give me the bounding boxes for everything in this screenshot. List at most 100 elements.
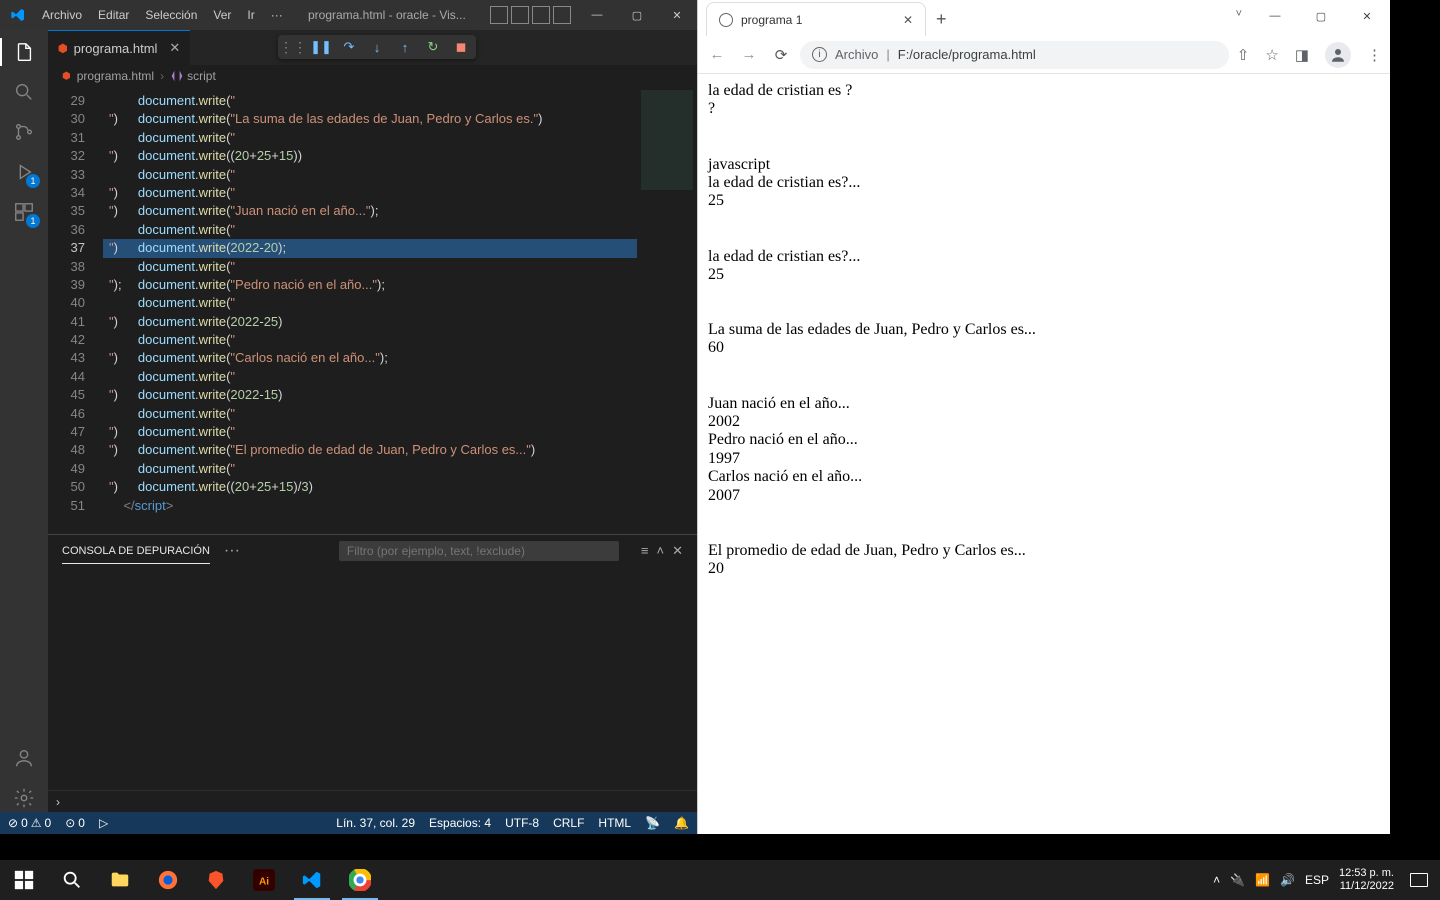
activity-search-icon[interactable] [10,78,38,106]
svg-text:Ai: Ai [259,877,269,888]
breadcrumb-script[interactable]: script [170,69,216,83]
window-title: programa.html - oracle - Vis... [290,8,484,22]
start-button[interactable] [0,860,48,900]
status-cursor-pos[interactable]: Lín. 37, col. 29 [336,816,415,830]
menu-archivo[interactable]: Archivo [35,8,89,22]
profile-avatar[interactable] [1325,42,1351,68]
console-wrap-icon[interactable]: ≡ [641,543,649,559]
tab-label: programa 1 [741,13,895,27]
taskbar-chrome-icon[interactable] [336,860,384,900]
debug-grip-icon[interactable]: ⋮⋮ [284,38,302,56]
maximize-button[interactable]: ▢ [1298,0,1344,32]
debug-toolbar[interactable]: ⋮⋮ ❚❚ ↷ ↓ ↑ ↻ ◼ [278,35,476,59]
debug-stop-icon[interactable]: ◼ [452,38,470,56]
status-indent[interactable]: Espacios: 4 [429,816,491,830]
layout-icon[interactable] [532,6,550,24]
activity-extensions-icon[interactable]: 1 [10,198,38,226]
debug-badge: 1 [26,174,40,188]
status-feedback-icon[interactable]: 📡 [645,816,660,830]
nav-back-icon[interactable]: ← [706,46,728,64]
editor[interactable]: 2930313233343536373839404142434445464748… [48,87,697,534]
chevron-down-icon[interactable]: ˅ [1236,8,1242,20]
taskbar-explorer-icon[interactable] [96,860,144,900]
layout-controls[interactable] [484,6,577,24]
code-area[interactable]: document.write("") document.write("La su… [103,87,637,534]
status-language[interactable]: HTML [598,816,631,830]
menu-ir[interactable]: Ir [240,8,261,22]
close-button[interactable]: ✕ [1344,0,1390,32]
status-errors[interactable]: ⊘ 0 ⚠ 0 [8,816,51,830]
console-collapse-icon[interactable]: ˄ [657,543,665,559]
vscode-titlebar[interactable]: Archivo Editar Selección Ver Ir ··· prog… [0,0,697,30]
sidepanel-icon[interactable]: ◨ [1295,46,1309,64]
console-body[interactable] [48,567,697,790]
taskbar-search-icon[interactable] [48,860,96,900]
tray-notifications-icon[interactable] [1410,873,1428,887]
nav-reload-icon[interactable]: ⟳ [770,46,792,64]
tab-close-icon[interactable]: ✕ [169,40,180,56]
breadcrumb[interactable]: ⬢ programa.html › script [48,65,697,87]
layout-icon[interactable] [511,6,529,24]
tray-language[interactable]: ESP [1305,873,1329,887]
minimize-button[interactable]: — [1252,0,1298,32]
status-debug-icon[interactable]: ▷ [99,816,108,830]
debug-stepover-icon[interactable]: ↷ [340,38,358,56]
menubar: Archivo Editar Selección Ver Ir ··· [35,8,290,22]
browser-tab-programa[interactable]: programa 1 ✕ [706,2,926,36]
layout-icon[interactable] [490,6,508,24]
status-bar: ⊘ 0 ⚠ 0 ⊙ 0 ▷ Lín. 37, col. 29 Espacios:… [0,812,697,834]
bookmark-icon[interactable]: ☆ [1265,46,1278,64]
tray-power-icon[interactable]: 🔌 [1230,873,1245,887]
window-controls: — ▢ ✕ [577,0,697,30]
browser-menu-icon[interactable]: ⋮ [1367,46,1382,64]
browser-window-controls: — ▢ ✕ [1252,0,1390,32]
menu-ver[interactable]: Ver [206,8,238,22]
layout-icon[interactable] [553,6,571,24]
globe-icon [719,13,733,27]
tray-wifi-icon[interactable]: 📶 [1255,873,1270,887]
panel-console: CONSOLA DE DEPURACIÓN ··· ≡ ˄ ✕ [48,535,697,790]
activity-debug-icon[interactable]: 1 [10,158,38,186]
status-port-icon[interactable]: ⊙ 0 [65,816,85,830]
tray-datetime[interactable]: 12:53 p. m. 11/12/2022 [1339,867,1394,892]
site-info-icon[interactable]: i [812,47,827,62]
breadcrumb-file[interactable]: programa.html [77,69,154,83]
menu-overflow[interactable]: ··· [264,8,290,22]
activity-explorer-icon[interactable] [10,38,38,66]
console-tab-debug[interactable]: CONSOLA DE DEPURACIÓN [62,539,210,564]
activity-scm-icon[interactable] [10,118,38,146]
panel-toggle-bar[interactable]: › [48,790,697,812]
close-button[interactable]: ✕ [657,0,697,30]
chevron-right-icon[interactable]: › [48,795,68,809]
address-bar[interactable]: i Archivo | F:/oracle/programa.html [800,41,1229,69]
addr-scheme: Archivo [835,47,878,62]
minimap[interactable] [637,87,697,534]
debug-restart-icon[interactable]: ↻ [424,38,442,56]
status-bell-icon[interactable]: 🔔 [674,816,689,830]
editor-tab-programa[interactable]: ⬢ programa.html ✕ [48,30,190,65]
menu-editar[interactable]: Editar [91,8,136,22]
taskbar-brave-icon[interactable] [192,860,240,900]
console-more-icon[interactable]: ··· [224,542,240,560]
debug-pause-icon[interactable]: ❚❚ [312,38,330,56]
activity-settings-icon[interactable] [10,784,38,812]
taskbar-firefox-icon[interactable] [144,860,192,900]
tab-close-icon[interactable]: ✕ [903,13,913,27]
status-eol[interactable]: CRLF [553,816,584,830]
activity-account-icon[interactable] [10,744,38,772]
debug-stepin-icon[interactable]: ↓ [368,38,386,56]
new-tab-button[interactable]: + [926,9,957,30]
status-encoding[interactable]: UTF-8 [505,816,539,830]
debug-stepout-icon[interactable]: ↑ [396,38,414,56]
taskbar-illustrator-icon[interactable]: Ai [240,860,288,900]
minimize-button[interactable]: — [577,0,617,30]
tray-volume-icon[interactable]: 🔊 [1280,873,1295,887]
share-icon[interactable]: ⇧ [1237,46,1250,64]
console-filter-input[interactable] [339,541,619,561]
console-close-icon[interactable]: ✕ [672,543,683,559]
tray-chevron-up-icon[interactable]: ˄ [1213,873,1220,887]
activity-bar: 1 1 [0,30,48,812]
taskbar-vscode-icon[interactable] [288,860,336,900]
menu-seleccion[interactable]: Selección [138,8,204,22]
maximize-button[interactable]: ▢ [617,0,657,30]
